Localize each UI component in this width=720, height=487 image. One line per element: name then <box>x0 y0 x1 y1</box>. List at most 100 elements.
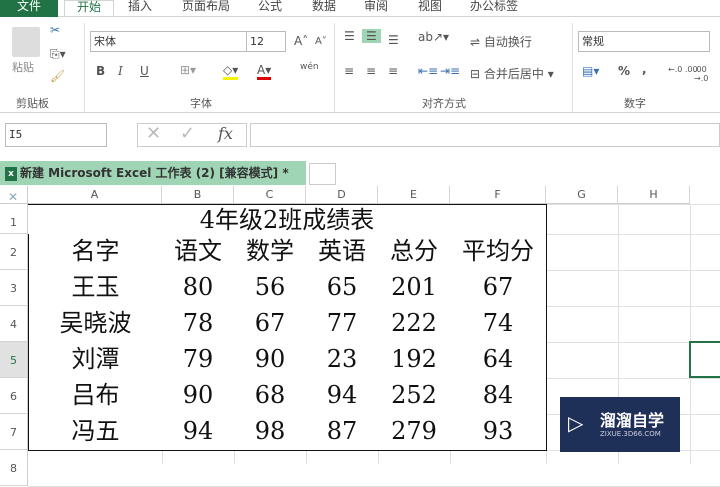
tab-review[interactable]: 审阅 <box>364 0 388 17</box>
data-cell[interactable]: 23 <box>306 342 379 379</box>
tab-page-layout[interactable]: 页面布局 <box>182 0 230 17</box>
row-header-2[interactable]: 2 <box>0 234 28 270</box>
decrease-decimal-icon[interactable]: .00 →.0 <box>694 65 720 83</box>
column-header-C[interactable]: C <box>234 186 306 204</box>
data-cell[interactable]: 吴晓波 <box>28 306 163 343</box>
row-header-7[interactable]: 7 <box>0 414 28 450</box>
tab-insert[interactable]: 插入 <box>128 0 152 17</box>
align-center-icon[interactable]: ≡ <box>366 64 376 78</box>
paste-button[interactable] <box>12 27 40 57</box>
decrease-indent-icon[interactable]: ⇤≡ <box>418 64 438 78</box>
increase-font-icon[interactable]: A˄ <box>294 34 308 48</box>
formula-input[interactable] <box>250 123 720 147</box>
workbook-tab[interactable]: x 新建 Microsoft Excel 工作表 (2) [兼容模式] * ✕ <box>0 161 306 204</box>
header-cell[interactable]: 语文 <box>162 234 235 271</box>
new-tab-button[interactable] <box>309 163 336 185</box>
align-left-icon[interactable]: ≡ <box>344 64 354 78</box>
data-cell[interactable]: 94 <box>162 414 235 451</box>
data-cell[interactable]: 吕布 <box>28 378 163 415</box>
data-cell[interactable]: 56 <box>234 270 307 307</box>
format-painter-icon[interactable]: 🖌 <box>50 69 65 83</box>
active-cell-i5[interactable] <box>689 341 720 378</box>
row-header-4[interactable]: 4 <box>0 306 28 342</box>
column-header-A[interactable]: A <box>28 186 162 204</box>
align-top-icon[interactable]: ☰ <box>344 29 355 43</box>
italic-button[interactable]: I <box>118 64 123 78</box>
tab-home[interactable]: 开始 <box>64 0 114 18</box>
select-all-corner[interactable] <box>0 186 28 204</box>
data-cell[interactable]: 68 <box>234 378 307 415</box>
merge-center-button[interactable]: ⊟ 合并后居中 ▾ <box>470 65 554 82</box>
tab-data[interactable]: 数据 <box>312 0 336 17</box>
column-header-B[interactable]: B <box>162 186 234 204</box>
border-icon[interactable]: ⊞▾ <box>180 63 196 77</box>
font-color-icon[interactable]: A▾ <box>257 63 272 80</box>
align-middle-icon[interactable]: ☰ <box>362 29 381 43</box>
enter-icon[interactable]: ✓ <box>180 124 195 143</box>
data-cell[interactable]: 78 <box>162 306 235 343</box>
orientation-icon[interactable]: ab↗▾ <box>418 30 449 44</box>
data-cell[interactable]: 67 <box>234 306 307 343</box>
tab-view[interactable]: 视图 <box>418 0 442 17</box>
comma-button[interactable]: , <box>642 62 647 76</box>
data-cell[interactable]: 279 <box>378 414 451 451</box>
insert-function-icon[interactable]: fx <box>218 124 233 143</box>
header-cell[interactable]: 总分 <box>378 234 451 271</box>
align-right-icon[interactable]: ≡ <box>388 64 398 78</box>
data-cell[interactable]: 77 <box>306 306 379 343</box>
copy-icon[interactable]: ⎘▾ <box>50 47 66 62</box>
align-bottom-icon[interactable]: ☰ <box>388 33 399 47</box>
data-cell[interactable]: 64 <box>450 342 547 379</box>
data-cell[interactable]: 王玉 <box>28 270 163 307</box>
font-name-select[interactable]: 宋体 <box>90 31 247 52</box>
bold-button[interactable]: B <box>96 64 105 78</box>
name-box[interactable]: I5 <box>5 123 107 147</box>
underline-button[interactable]: U <box>140 64 149 78</box>
data-cell[interactable]: 67 <box>450 270 547 307</box>
data-cell[interactable]: 刘潭 <box>28 342 163 379</box>
data-cell[interactable]: 93 <box>450 414 547 451</box>
font-size-select[interactable]: 12 <box>246 31 286 52</box>
data-cell[interactable]: 90 <box>234 342 307 379</box>
row-header-3[interactable]: 3 <box>0 270 28 306</box>
percent-button[interactable]: % <box>618 64 630 78</box>
tab-office-tabs[interactable]: 办公标签 <box>470 0 518 17</box>
data-cell[interactable]: 84 <box>450 378 547 415</box>
fill-color-icon[interactable]: ◇▾ <box>223 63 239 80</box>
number-format-select[interactable]: 常规 <box>578 31 710 52</box>
header-cell[interactable]: 平均分 <box>450 234 547 271</box>
file-tab[interactable]: 文件 <box>0 0 58 17</box>
data-cell[interactable]: 252 <box>378 378 451 415</box>
data-cell[interactable]: 192 <box>378 342 451 379</box>
wrap-text-button[interactable]: ⇌ 自动换行 <box>470 33 532 50</box>
column-header-G[interactable]: G <box>546 186 618 204</box>
data-cell[interactable]: 98 <box>234 414 307 451</box>
accounting-format-icon[interactable]: ▤▾ <box>582 64 599 78</box>
phonetic-icon[interactable]: wén <box>300 62 319 72</box>
decrease-font-icon[interactable]: A˅ <box>315 36 327 47</box>
cancel-icon[interactable]: ✕ <box>146 124 161 143</box>
data-cell[interactable]: 65 <box>306 270 379 307</box>
header-cell[interactable]: 英语 <box>306 234 379 271</box>
data-cell[interactable]: 222 <box>378 306 451 343</box>
row-header-8[interactable]: 8 <box>0 450 28 486</box>
row-header-5[interactable]: 5 <box>0 342 28 378</box>
data-cell[interactable]: 80 <box>162 270 235 307</box>
header-cell[interactable]: 名字 <box>28 234 163 271</box>
column-header-E[interactable]: E <box>378 186 450 204</box>
column-header-F[interactable]: F <box>450 186 546 204</box>
header-cell[interactable]: 数学 <box>234 234 307 271</box>
tab-formulas[interactable]: 公式 <box>258 0 282 17</box>
data-cell[interactable]: 87 <box>306 414 379 451</box>
data-cell[interactable]: 94 <box>306 378 379 415</box>
cut-icon[interactable]: ✂ <box>50 23 60 37</box>
column-header-H[interactable]: H <box>618 186 690 204</box>
sheet-title-cell[interactable]: 4年级2班成绩表 <box>28 204 547 235</box>
row-header-6[interactable]: 6 <box>0 378 28 414</box>
column-header-D[interactable]: D <box>306 186 378 204</box>
data-cell[interactable]: 79 <box>162 342 235 379</box>
data-cell[interactable]: 201 <box>378 270 451 307</box>
row-header-1[interactable]: 1 <box>0 204 28 234</box>
increase-indent-icon[interactable]: ⇥≡ <box>440 64 460 78</box>
data-cell[interactable]: 冯五 <box>28 414 163 451</box>
